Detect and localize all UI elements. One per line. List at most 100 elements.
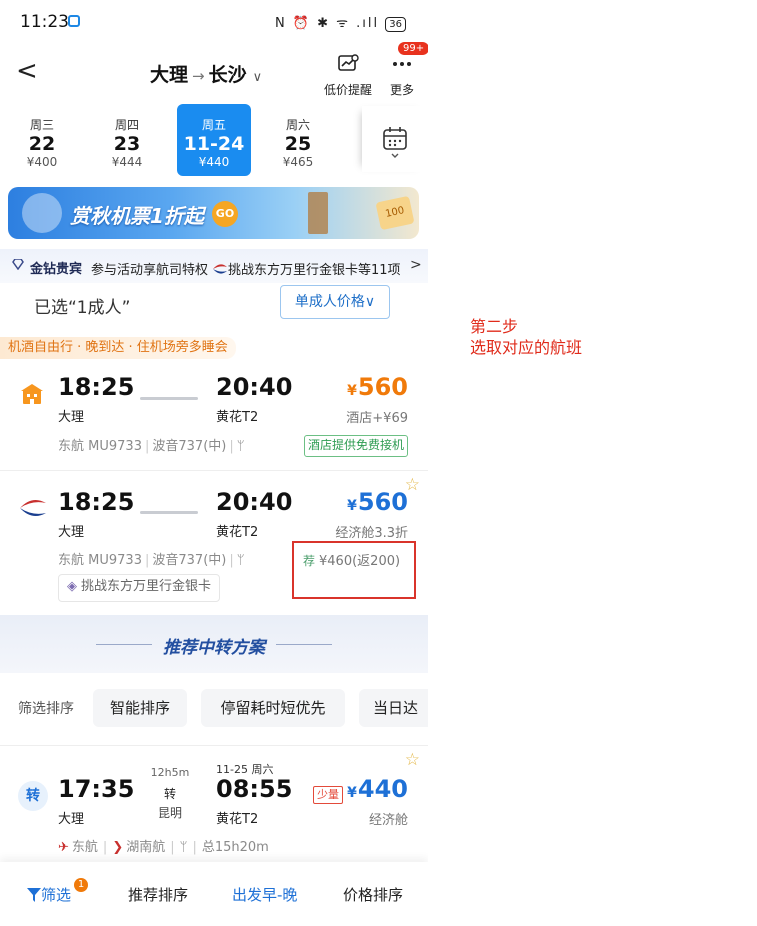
cabin-class: 经济舱: [368, 813, 408, 828]
pagoda-image: [308, 192, 328, 234]
mascot-image: [22, 193, 62, 233]
departure-airport: 大理: [58, 410, 85, 425]
sort-chip-same-day[interactable]: 当日达: [359, 689, 428, 727]
hunan-airlines-logo-icon: ❯: [112, 840, 124, 855]
transfer-label: 转: [163, 787, 176, 801]
calendar-icon: [383, 127, 407, 158]
flight-price: ¥560: [347, 488, 408, 516]
price-alert-button[interactable]: 低价提醒: [318, 54, 378, 98]
calendar-button[interactable]: [362, 106, 428, 172]
funnel-icon: [27, 886, 41, 904]
departure-time: 18:25: [58, 373, 135, 401]
price-sort-button[interactable]: 价格排序: [343, 884, 403, 905]
filter-button[interactable]: 筛选: [27, 884, 71, 905]
vip-promo-bar[interactable]: 金钻贵宾 参与活动享航司特权 挑战东方万里行金银卡等11项 >: [0, 249, 428, 283]
bottom-toolbar: 筛选 1 推荐排序 出发早-晚 价格排序: [0, 862, 428, 926]
sort-chip-short-stay[interactable]: 停留耗时短优先: [201, 689, 345, 727]
price-type-dropdown[interactable]: 单成人价格∨: [280, 285, 390, 319]
app-screen: 11:23 N ⏰ ✱ ᯤ .ıll 36 < 大理 → 长沙 ∨ 低价提醒 更多 9…: [0, 0, 428, 926]
departure-sort-button[interactable]: 出发早-晚: [232, 884, 297, 905]
aircraft-type: 波音737(中): [152, 439, 227, 454]
date-tab-1[interactable]: 周四 23 ¥444: [92, 104, 162, 176]
more-button[interactable]: 更多: [372, 54, 428, 98]
promo-banner[interactable]: 赏秋机票1折起 GO 100: [8, 187, 419, 239]
transfer-city: 昆明: [157, 806, 182, 820]
price-value: 440: [357, 775, 408, 803]
chevron-down-icon: ∨: [252, 70, 263, 85]
price-alert-label: 低价提醒: [323, 83, 372, 97]
arrival-airport: 黄花T2: [216, 410, 259, 425]
divider-line: [276, 644, 332, 645]
airline-2: 湖南航: [126, 840, 166, 855]
favorite-star-icon[interactable]: ☆: [405, 750, 420, 770]
back-icon[interactable]: <: [16, 57, 38, 85]
china-eastern-logo-icon: [18, 493, 48, 523]
chart-alert-icon: [318, 54, 378, 78]
price-value: 560: [357, 373, 408, 401]
aircraft-type: 波音737(中): [152, 553, 227, 568]
departure-airport: 大理: [58, 812, 85, 827]
flight-number: MU9733: [88, 553, 142, 568]
date-tab-2-selected[interactable]: 周五 11-24 ¥440: [177, 104, 251, 176]
date-price: ¥465: [282, 155, 314, 169]
status-icons: N ⏰ ✱ ᯤ .ıll 36: [275, 13, 406, 32]
route-title[interactable]: 大理 → 长沙 ∨: [150, 60, 262, 87]
date-price: ¥444: [111, 155, 143, 169]
currency-symbol: ¥: [347, 383, 357, 399]
more-dots-icon: [372, 54, 428, 78]
membership-card-chip[interactable]: ◈ 挑战东方万里行金银卡: [58, 574, 221, 602]
annotation-step: 第二步: [470, 317, 519, 336]
currency-symbol: ¥: [347, 498, 357, 514]
diamond-icon: ◈: [67, 579, 77, 594]
rebate-price[interactable]: 荐 ¥460(返200): [303, 550, 400, 569]
recommended-sort-button[interactable]: 推荐排序: [128, 884, 188, 905]
flight-meta: 东航 MU9733 | 波音737(中) | ᛘ: [58, 439, 245, 454]
airline-name: 东航: [58, 439, 85, 454]
sort-label: 筛选排序: [18, 701, 74, 717]
card-label: 挑战东方万里行金银卡: [81, 579, 212, 594]
transfer-badge: 转: [18, 781, 48, 811]
notification-badge: 99+: [398, 42, 428, 55]
hotel-addon-price: 酒店+¥69: [346, 411, 408, 426]
date-selector: 周三 22 ¥400 周四 23 ¥444 周五 11-24 ¥440 周六 2…: [0, 104, 428, 182]
flight-price: ¥440: [347, 775, 408, 803]
airline-1: 东航: [71, 840, 98, 855]
date-day: 25: [284, 133, 312, 155]
arrival-time: 20:40: [216, 488, 293, 516]
date-tab-0[interactable]: 周三 22 ¥400: [7, 104, 77, 176]
route-origin: 大理: [150, 64, 189, 86]
annotation-text: 选取对应的航班: [470, 338, 583, 357]
meal-icon: ᛘ: [179, 840, 188, 855]
departure-airport: 大理: [58, 525, 85, 540]
flight-card[interactable]: 18:25 20:40 大理 黄花T2 ¥560 酒店+¥69 东航 MU973…: [0, 360, 428, 470]
meal-icon: ᛘ: [236, 553, 245, 568]
status-bar: 11:23 N ⏰ ✱ ᯤ .ıll 36: [0, 0, 428, 44]
date-tab-3[interactable]: 周六 25 ¥465: [263, 104, 333, 176]
instruction-annotation: 第二步 选取对应的航班: [470, 316, 582, 358]
departure-time: 18:25: [58, 488, 135, 516]
sort-chip-smart[interactable]: 智能排序: [93, 689, 187, 727]
vip-label: 金钻贵宾: [30, 262, 83, 277]
flight-number: MU9733: [88, 439, 142, 454]
package-tag: 机酒自由行 · 晚到达 · 住机场旁多睡会: [0, 337, 236, 359]
arrival-airport: 黄花T2: [216, 812, 259, 827]
arrival-time: 20:40: [216, 373, 293, 401]
free-shuttle-badge: 酒店提供免费接机: [304, 435, 409, 457]
flight-price: ¥560: [347, 373, 408, 401]
date-weekday: 周六: [285, 118, 310, 132]
price-value: 560: [357, 488, 408, 516]
china-eastern-logo-icon: ✈: [58, 840, 69, 855]
filter-label: 筛选: [41, 886, 72, 904]
recommend-tag: 荐: [303, 554, 316, 568]
battery-icon: 36: [385, 17, 406, 32]
system-icons: N ⏰ ✱ ᯤ .ıll: [274, 16, 380, 31]
flight-duration-line: [140, 511, 198, 514]
meal-icon: ᛘ: [236, 439, 245, 454]
date-weekday: 周三: [29, 118, 54, 132]
transfer-meta: ✈ 东航 | ❯ 湖南航 | ᛘ | 总15h20m: [58, 840, 269, 855]
departure-time: 17:35: [58, 775, 135, 803]
date-day: 11-24: [183, 133, 245, 155]
vip-text: 参与活动享航司特权: [91, 263, 209, 278]
chevron-right-icon: >: [410, 257, 422, 273]
date-day: 22: [28, 133, 56, 155]
